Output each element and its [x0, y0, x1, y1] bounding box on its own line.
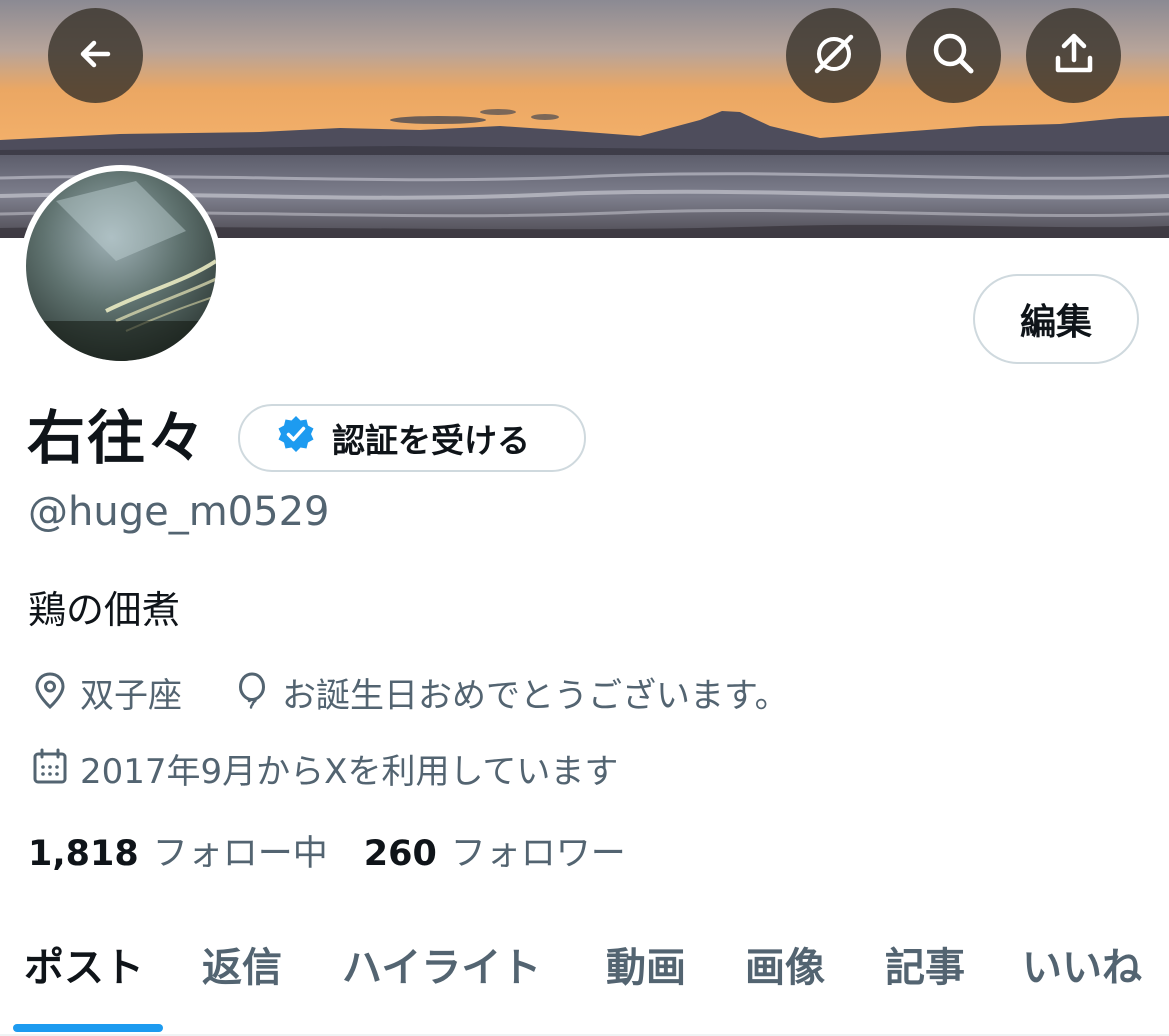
- user-handle: @huge_m0529: [28, 489, 330, 535]
- get-verified-label: 認証を受ける: [332, 421, 530, 460]
- display-name: 右往々: [27, 404, 208, 472]
- back-button[interactable]: [48, 8, 143, 103]
- following-label: フォロー中: [152, 834, 328, 874]
- tab-articles[interactable]: 記事: [885, 940, 965, 996]
- bio: 鶏の佃煮: [28, 588, 181, 632]
- search-button[interactable]: [906, 8, 1001, 103]
- tab-replies[interactable]: 返信: [202, 940, 282, 996]
- location-pin-icon: [30, 670, 70, 721]
- birthday-text: お誕生日おめでとうございます。: [282, 675, 789, 716]
- joined-text: 2017年9月からXを利用しています: [80, 751, 619, 792]
- followers-link[interactable]: 260 フォロワー: [364, 830, 626, 878]
- tab-posts[interactable]: ポスト: [24, 940, 144, 996]
- grok-icon: [809, 29, 859, 83]
- share-button[interactable]: [1026, 8, 1121, 103]
- edit-profile-label: 編集: [1019, 302, 1092, 343]
- followers-count: 260: [363, 834, 437, 874]
- following-count: 1,818: [28, 834, 139, 874]
- share-icon: [1050, 30, 1098, 82]
- get-verified-button[interactable]: 認証を受ける: [238, 404, 586, 472]
- tab-likes[interactable]: いいね: [1022, 940, 1142, 996]
- edit-profile-button[interactable]: 編集: [973, 274, 1139, 364]
- followers-label: フォロワー: [450, 834, 626, 874]
- location-item: 双子座: [30, 670, 182, 721]
- active-tab-indicator: [13, 1024, 163, 1032]
- search-icon: [929, 29, 979, 83]
- follow-stats: 1,818 フォロー中 260 フォロワー: [28, 830, 626, 878]
- calendar-icon: [30, 746, 70, 797]
- verified-badge-icon: [276, 414, 316, 462]
- tab-videos[interactable]: 動画: [606, 940, 686, 996]
- balloon-icon: [232, 670, 272, 721]
- birthday-item: お誕生日おめでとうございます。: [232, 670, 789, 721]
- joined-item: 2017年9月からXを利用しています: [30, 746, 618, 797]
- grok-button[interactable]: [786, 8, 881, 103]
- arrow-left-icon: [74, 32, 118, 80]
- tab-highlights[interactable]: ハイライト: [342, 940, 541, 996]
- location-text: 双子座: [80, 675, 182, 716]
- avatar[interactable]: [20, 165, 222, 367]
- following-link[interactable]: 1,818 フォロー中: [28, 830, 328, 878]
- tab-media[interactable]: 画像: [745, 940, 825, 996]
